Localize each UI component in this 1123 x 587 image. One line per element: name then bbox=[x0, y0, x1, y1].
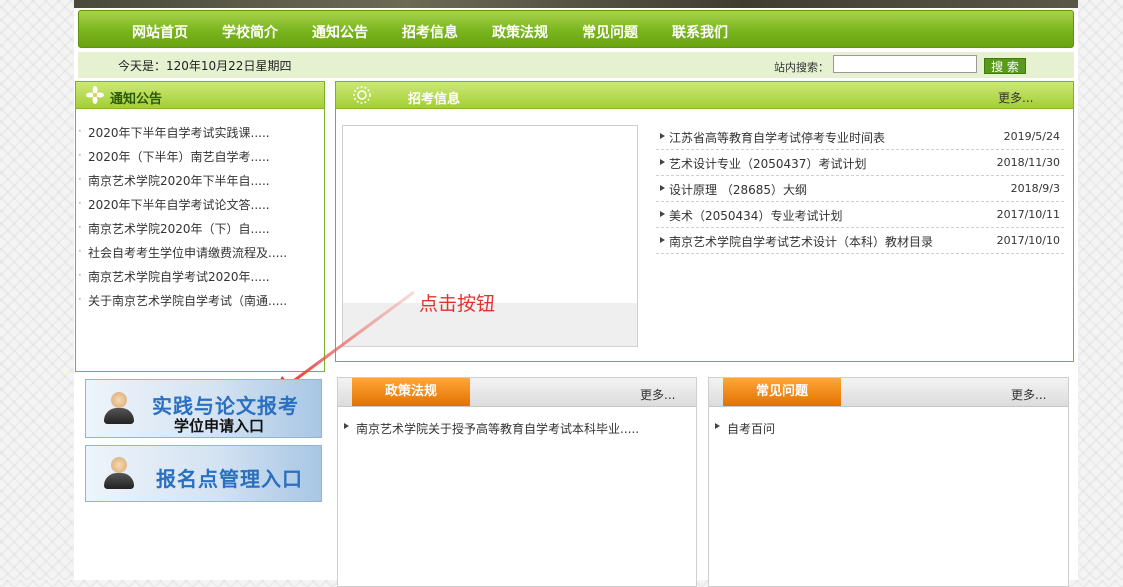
notice-item[interactable]: 2020年下半年自学考试实践课..... bbox=[78, 124, 270, 141]
signup-point-entry-button[interactable]: 报名点管理入口 bbox=[85, 445, 322, 502]
notice-item[interactable]: 社会自考考生学位申请缴费流程及..... bbox=[78, 244, 287, 261]
policy-item-title[interactable]: 南京艺术学院关于授予高等教育自学考试本科毕业..... bbox=[356, 420, 639, 437]
faq-panel-header: 常见问题 更多... bbox=[709, 378, 1068, 407]
entry-subtitle: 学位申请入口 bbox=[174, 417, 265, 435]
list-item[interactable]: 南京艺术学院关于授予高等教育自学考试本科毕业..... bbox=[338, 417, 698, 437]
sun-icon bbox=[353, 86, 371, 104]
header-banner bbox=[74, 0, 1078, 8]
recruit-row-date: 2017/10/11 bbox=[996, 208, 1060, 221]
recruit-row-title[interactable]: 南京艺术学院自学考试艺术设计（本科）教材目录 bbox=[669, 233, 933, 250]
nav-about[interactable]: 学校简介 bbox=[222, 22, 278, 42]
notice-item[interactable]: 南京艺术学院2020年下半年自..... bbox=[78, 172, 270, 189]
bullet-icon bbox=[660, 133, 665, 139]
tab-policy[interactable]: 政策法规 bbox=[352, 378, 470, 406]
recruit-row[interactable]: 江苏省高等教育自学考试停考专业时间表 2019/5/24 bbox=[656, 124, 1064, 150]
recruit-row-date: 2017/10/10 bbox=[996, 234, 1060, 247]
recruit-row-title[interactable]: 江苏省高等教育自学考试停考专业时间表 bbox=[669, 129, 885, 146]
faq-more-link[interactable]: 更多... bbox=[1011, 386, 1046, 403]
nav-policy[interactable]: 政策法规 bbox=[492, 22, 548, 42]
current-date: 今天是：120年10月22日星期四 bbox=[118, 59, 292, 73]
recruit-row[interactable]: 艺术设计专业（2050437）考试计划 2018/11/30 bbox=[656, 150, 1064, 176]
nav-faq[interactable]: 常见问题 bbox=[582, 22, 638, 42]
nav-home[interactable]: 网站首页 bbox=[132, 22, 188, 42]
bullet-icon bbox=[660, 185, 665, 191]
nav-contact[interactable]: 联系我们 bbox=[672, 22, 728, 42]
main-nav: 网站首页 学校简介 通知公告 招考信息 政策法规 常见问题 联系我们 bbox=[78, 10, 1074, 48]
recruit-row-title[interactable]: 美术（2050434）专业考试计划 bbox=[669, 207, 842, 224]
policy-more-link[interactable]: 更多... bbox=[640, 386, 675, 403]
notice-item[interactable]: 关于南京艺术学院自学考试（南通..... bbox=[78, 292, 287, 309]
recruit-more-link[interactable]: 更多... bbox=[998, 89, 1033, 106]
tab-faq[interactable]: 常见问题 bbox=[723, 378, 841, 406]
bullet-icon bbox=[660, 211, 665, 217]
recruit-row[interactable]: 设计原理 （28685）大纲 2018/9/3 bbox=[656, 176, 1064, 202]
recruit-row[interactable]: 南京艺术学院自学考试艺术设计（本科）教材目录 2017/10/10 bbox=[656, 228, 1064, 254]
user-icon bbox=[111, 392, 127, 408]
bullet-icon bbox=[660, 159, 665, 165]
recruit-panel-header: 招考信息 更多... bbox=[336, 82, 1073, 109]
user-icon bbox=[111, 457, 127, 473]
notice-panel-header: 通知公告 bbox=[76, 82, 324, 109]
entry-title: 报名点管理入口 bbox=[156, 467, 303, 491]
policy-panel: 政策法规 更多... 南京艺术学院关于授予高等教育自学考试本科毕业..... bbox=[337, 377, 697, 587]
recruit-title: 招考信息 bbox=[408, 92, 461, 107]
user-icon-body bbox=[104, 408, 134, 424]
faq-item-title[interactable]: 自考百问 bbox=[727, 420, 775, 437]
nav-recruit[interactable]: 招考信息 bbox=[402, 22, 458, 42]
notice-item[interactable]: 南京艺术学院自学考试2020年..... bbox=[78, 268, 270, 285]
annotation-label: 点击按钮 bbox=[419, 293, 496, 315]
bullet-icon bbox=[660, 237, 665, 243]
faq-panel: 常见问题 更多... 自考百问 bbox=[708, 377, 1069, 587]
bullet-icon bbox=[344, 423, 349, 429]
date-search-bar: 今天是：120年10月22日星期四 站内搜索： 搜 索 bbox=[78, 52, 1074, 78]
recruit-row[interactable]: 美术（2050434）专业考试计划 2017/10/11 bbox=[656, 202, 1064, 228]
notice-item[interactable]: 南京艺术学院2020年（下）自..... bbox=[78, 220, 270, 237]
nav-notices[interactable]: 通知公告 bbox=[312, 22, 368, 42]
search-label: 站内搜索： bbox=[774, 61, 829, 74]
search-button[interactable]: 搜 索 bbox=[984, 58, 1026, 74]
recruit-row-date: 2019/5/24 bbox=[1003, 130, 1060, 143]
recruit-row-date: 2018/11/30 bbox=[996, 156, 1060, 169]
notice-title: 通知公告 bbox=[110, 92, 163, 107]
notice-item[interactable]: 2020年下半年自学考试论文答..... bbox=[78, 196, 270, 213]
recruit-panel: 招考信息 更多... 江苏省高等教育自学考试停考专业时间表 2019/5/24 … bbox=[335, 81, 1074, 362]
flower-icon bbox=[86, 86, 104, 104]
bullet-icon bbox=[715, 423, 720, 429]
search-input[interactable] bbox=[833, 55, 977, 73]
page-container: 网站首页 学校简介 通知公告 招考信息 政策法规 常见问题 联系我们 今天是：1… bbox=[74, 0, 1078, 587]
notice-item[interactable]: 2020年（下半年）南艺自学考..... bbox=[78, 148, 270, 165]
recruit-row-title[interactable]: 艺术设计专业（2050437）考试计划 bbox=[669, 155, 866, 172]
recruit-row-title[interactable]: 设计原理 （28685）大纲 bbox=[669, 181, 807, 198]
practice-thesis-entry-button[interactable]: 实践与论文报考 学位申请入口 bbox=[85, 379, 322, 438]
list-item[interactable]: 自考百问 bbox=[709, 417, 1069, 437]
user-icon-body bbox=[104, 473, 134, 489]
policy-panel-header: 政策法规 更多... bbox=[338, 378, 696, 407]
recruit-row-date: 2018/9/3 bbox=[1010, 182, 1060, 195]
